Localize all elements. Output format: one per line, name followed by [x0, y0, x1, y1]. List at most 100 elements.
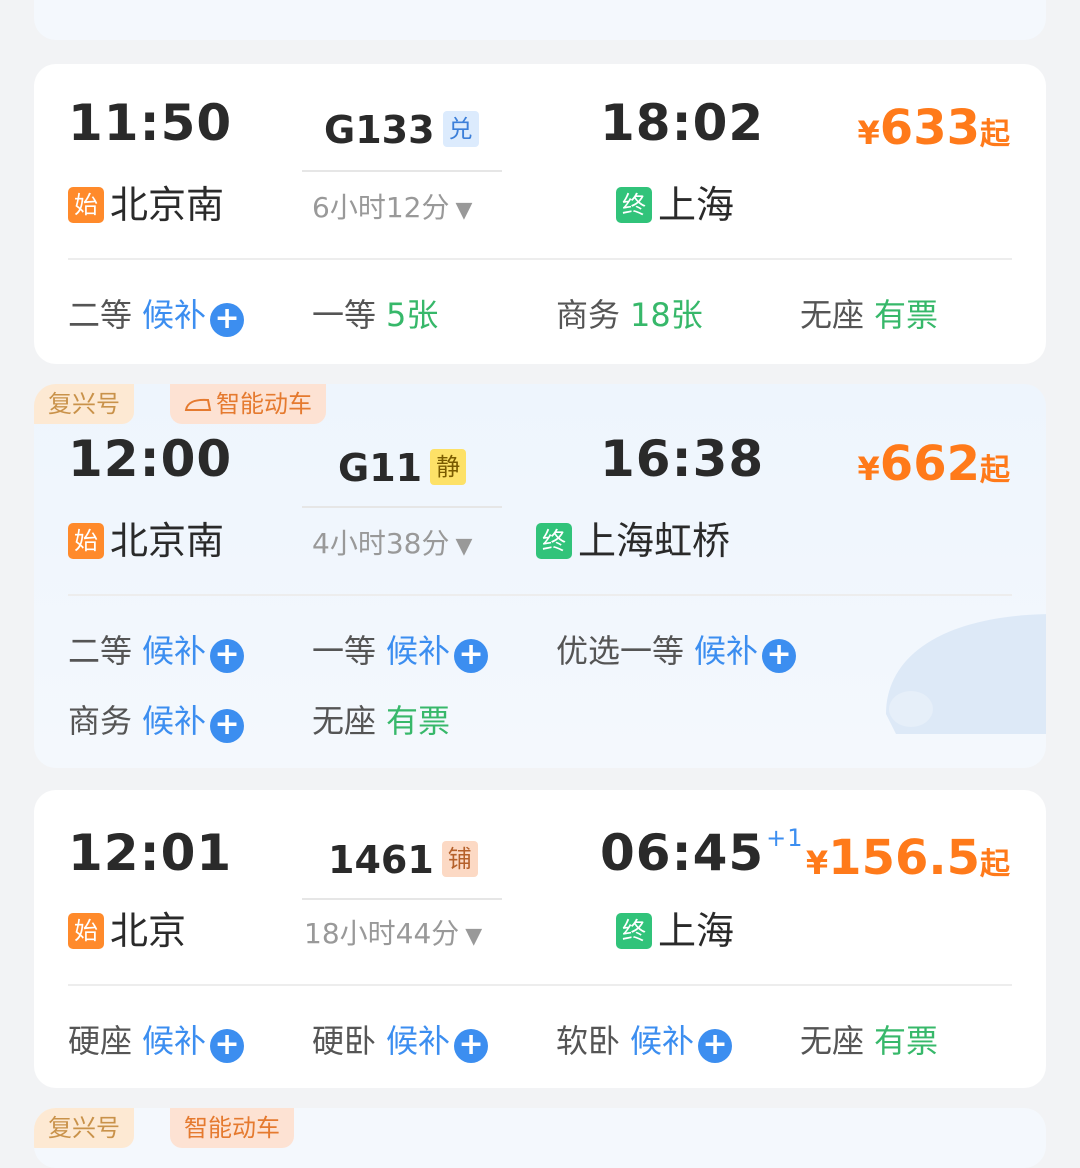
price: ¥156.5起 [806, 830, 1010, 886]
chevron-down-icon: ▼ [455, 198, 473, 223]
seat-name: 商务 [556, 296, 621, 334]
train-card-partial-bottom[interactable]: 复兴号 智能动车 [34, 1108, 1046, 1168]
seat-name: 无座 [800, 1022, 865, 1060]
train-number: 1461 铺 [328, 838, 478, 882]
from-station-name: 北京南 [110, 519, 225, 563]
arrive-time: 18:02 [600, 94, 765, 152]
tag-smart-emu: 智能动车 [170, 1108, 294, 1148]
duration-toggle[interactable]: 6小时12分 ▼ [312, 186, 472, 226]
depart-time: 12:00 [68, 430, 233, 488]
seat-name: 一等 [312, 632, 377, 670]
start-badge: 始 [68, 187, 104, 223]
duration-line [302, 898, 502, 900]
train-icon [184, 398, 212, 411]
from-station: 始北京南 [68, 174, 224, 229]
seat-name: 一等 [312, 296, 377, 334]
price: ¥662起 [858, 436, 1010, 492]
train-card-partial-top[interactable] [34, 0, 1046, 40]
price-suffix: 起 [980, 847, 1010, 882]
train-number: G133 兑 [324, 108, 479, 152]
duration-line [302, 506, 502, 508]
divider [68, 594, 1012, 596]
duration-line [302, 170, 502, 172]
price-symbol: ¥ [805, 844, 829, 882]
train-badge: 静 [430, 449, 467, 485]
depart-time: 11:50 [68, 94, 233, 152]
seat-name: 软卧 [556, 1022, 621, 1060]
price-suffix: 起 [980, 117, 1010, 152]
end-badge: 终 [536, 523, 572, 559]
seat-status: 候补 [386, 1022, 451, 1060]
plus-circle-icon[interactable]: + [210, 709, 245, 743]
price-suffix: 起 [980, 453, 1010, 488]
plus-circle-icon[interactable]: + [210, 639, 245, 673]
seat-status: 候补 [386, 632, 451, 670]
train-badge: 兑 [442, 111, 479, 147]
duration-text: 4小时38分 [312, 527, 450, 560]
seat-status: 有票 [386, 702, 451, 740]
seat-name: 硬卧 [312, 1022, 377, 1060]
seat-status: 候补 [142, 1022, 207, 1060]
price-value: 633 [879, 100, 980, 156]
seat-item[interactable]: 一等 候补 + [312, 626, 489, 673]
duration-toggle[interactable]: 18小时44分 ▼ [304, 912, 482, 952]
train-badge: 铺 [441, 841, 478, 877]
duration-text: 18小时44分 [304, 917, 460, 950]
price-value: 662 [879, 436, 980, 492]
to-station: 终上海虹桥 [536, 510, 730, 565]
train-number-text: 1461 [328, 838, 434, 882]
seat-item[interactable]: 一等 5张 [312, 290, 438, 336]
seat-name: 优选一等 [556, 632, 685, 670]
train-card[interactable]: 11:50 G133 兑 6小时12分 ▼ 18:02 ¥633起 始北京南 终上海… [34, 64, 1046, 364]
seat-item[interactable]: 商务 候补 + [68, 696, 245, 743]
tag-smart-emu-text: 智能动车 [216, 390, 312, 418]
seat-item[interactable]: 商务 18张 [556, 290, 703, 336]
from-station-name: 北京 [110, 909, 187, 953]
arrive-time: 06:45+1 [600, 824, 804, 882]
end-badge: 终 [616, 913, 652, 949]
chevron-down-icon: ▼ [465, 924, 483, 949]
next-day-indicator: +1 [766, 824, 804, 852]
plus-circle-icon[interactable]: + [762, 639, 797, 673]
train-card[interactable]: 12:01 1461 铺 18小时44分 ▼ 06:45+1 ¥156.5起 始北京… [34, 790, 1046, 1088]
seat-status: 候补 [630, 1022, 695, 1060]
plus-circle-icon[interactable]: + [210, 303, 245, 337]
train-number: G11 静 [338, 446, 467, 490]
seat-status: 候补 [142, 702, 207, 740]
to-station: 终上海 [616, 900, 734, 955]
divider [68, 984, 1012, 986]
tag-fuxinghao: 复兴号 [34, 384, 134, 424]
seat-status: 18张 [630, 296, 703, 334]
price: ¥633起 [858, 100, 1010, 156]
to-station-name: 上海 [658, 909, 735, 953]
seat-item[interactable]: 硬座 候补 + [68, 1016, 245, 1063]
seat-item[interactable]: 二等 候补 + [68, 290, 245, 337]
train-card[interactable]: 复兴号 智能动车 12:00 G11 静 4小时38分 ▼ 16:38 ¥662起 … [34, 384, 1046, 768]
seat-name: 硬座 [68, 1022, 133, 1060]
to-station-name: 上海虹桥 [578, 519, 731, 563]
start-badge: 始 [68, 913, 104, 949]
plus-circle-icon[interactable]: + [210, 1029, 245, 1063]
seat-name: 商务 [68, 702, 133, 740]
seat-status: 候补 [142, 632, 207, 670]
plus-circle-icon[interactable]: + [454, 1029, 489, 1063]
end-badge: 终 [616, 187, 652, 223]
from-station-name: 北京南 [110, 183, 225, 227]
price-value: 156.5 [828, 830, 980, 886]
arrive-time-text: 06:45 [600, 824, 765, 882]
seat-item[interactable]: 无座 有票 [312, 696, 450, 742]
plus-circle-icon[interactable]: + [698, 1029, 733, 1063]
seat-item[interactable]: 二等 候补 + [68, 626, 245, 673]
duration-toggle[interactable]: 4小时38分 ▼ [312, 522, 472, 562]
seat-item[interactable]: 软卧 候补 + [556, 1016, 733, 1063]
seat-item[interactable]: 无座 有票 [800, 290, 938, 336]
seat-item[interactable]: 硬卧 候补 + [312, 1016, 489, 1063]
plus-circle-icon[interactable]: + [454, 639, 489, 673]
duration-text: 6小时12分 [312, 191, 450, 224]
seat-status: 有票 [874, 1022, 939, 1060]
seat-name: 二等 [68, 296, 133, 334]
seat-item[interactable]: 优选一等 候补 + [556, 626, 797, 673]
seat-item[interactable]: 无座 有票 [800, 1016, 938, 1062]
seat-status: 有票 [874, 296, 939, 334]
seat-status: 候补 [694, 632, 759, 670]
